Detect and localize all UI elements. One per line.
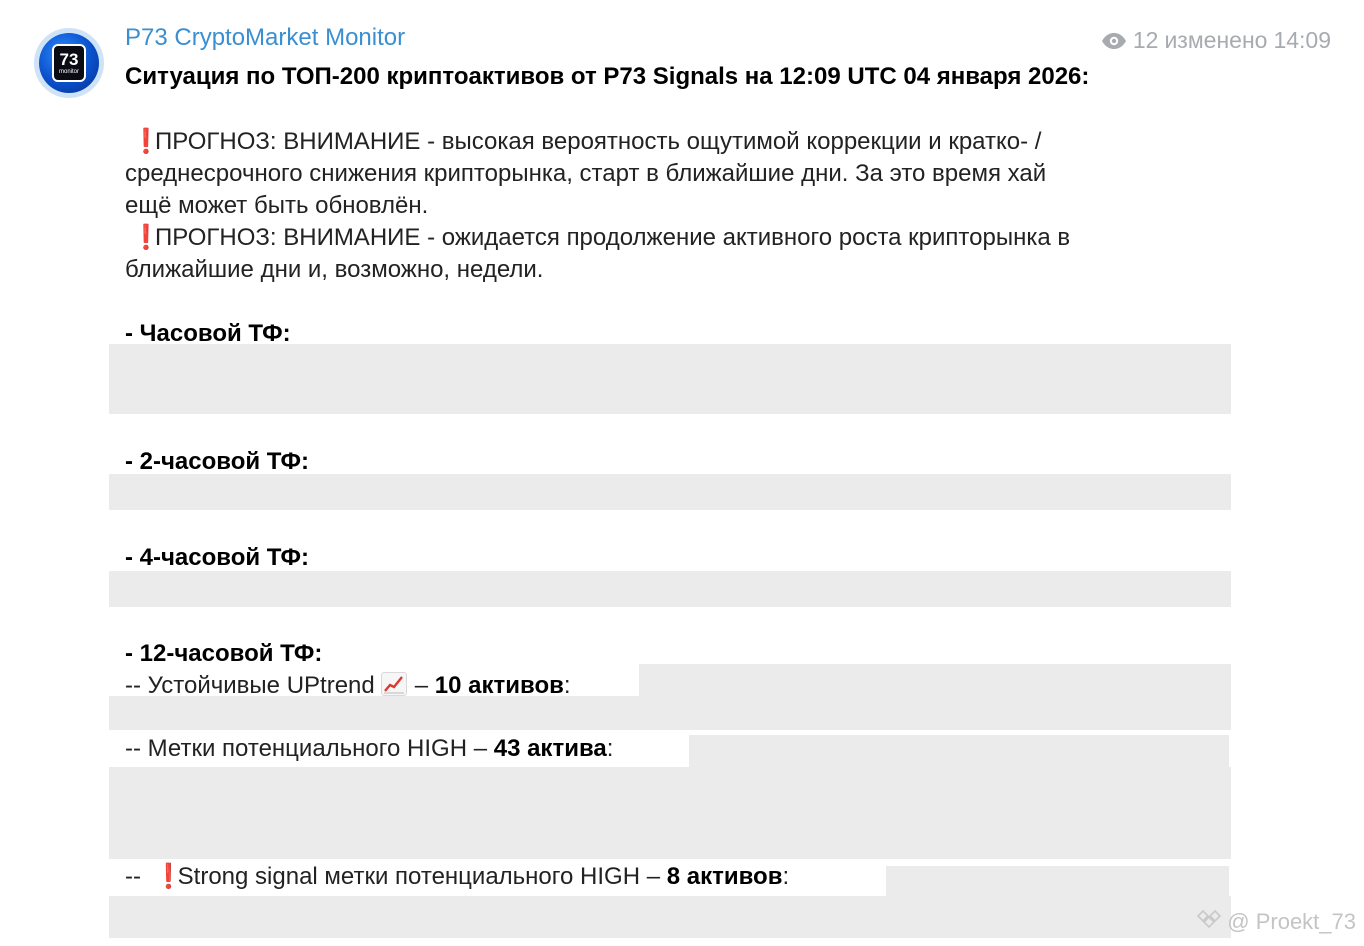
chart-increasing-icon (380, 672, 407, 696)
message-title: Ситуация по ТОП-200 криптоактивов от P73… (125, 63, 1090, 90)
avatar-number: 73 (59, 49, 79, 69)
uptrend-label: -- Устойчивые UPtrend (125, 672, 375, 699)
high-label: -- Метки потенциального HIGH – (125, 735, 488, 762)
strong-label: Strong signal метки потенциального HIGH … (177, 863, 661, 890)
strong-prefix: -- (125, 863, 141, 890)
forecast-1-line-1: ❗ПРОГНОЗ: ВНИМАНИЕ - высокая вероятность… (125, 126, 1041, 158)
channel-avatar[interactable]: 73 monitor (34, 28, 104, 98)
forecast-2-text-1: ПРОГНОЗ: ВНИМАНИЕ - ожидается продолжени… (155, 224, 1071, 251)
forecast-1-line-2: среднесрочного снижения крипторынка, ста… (125, 160, 1047, 187)
hidden-spoiler-strong-inline[interactable] (886, 866, 1229, 896)
strong-colon: : (782, 863, 790, 890)
uptrend-count: 10 активов (434, 672, 564, 699)
uptrend-line: -- Устойчивые UPtrend – 10 активов: (125, 670, 571, 702)
exclamation-icon: ❗ (131, 128, 161, 155)
hidden-spoiler-high-inline[interactable] (689, 735, 1229, 767)
hidden-spoiler-1h[interactable] (109, 344, 1231, 414)
hidden-spoiler-4h[interactable] (109, 571, 1231, 607)
uptrend-dash: – (414, 672, 429, 699)
tf-4h-heading: - 4-часовой ТФ: (125, 544, 310, 571)
strong-signal-line: -- ❗Strong signal метки потенциального H… (125, 861, 789, 893)
eye-icon (1101, 32, 1127, 50)
edited-label: изменено (1164, 27, 1268, 53)
avatar-sub-label: monitor (58, 68, 79, 75)
channel-name[interactable]: P73 CryptoMarket Monitor (125, 24, 405, 52)
uptrend-colon: : (563, 672, 571, 699)
hidden-spoiler-2h[interactable] (109, 474, 1231, 510)
message-time: 14:09 (1273, 27, 1331, 53)
forecast-1-line-3: ещё может быть обновлён. (125, 192, 429, 219)
forecast-2-line-1: ❗ПРОГНОЗ: ВНИМАНИЕ - ожидается продолжен… (125, 222, 1070, 254)
forecast-2-line-2: ближайшие дни и, возможно, недели. (125, 256, 544, 283)
exclamation-icon: ❗ (131, 224, 161, 251)
tf-12h-heading: - 12-часовой ТФ: (125, 640, 323, 667)
high-colon: : (606, 735, 614, 762)
views-count: 12 (1132, 27, 1159, 53)
avatar-badge: 73 monitor (52, 44, 86, 82)
high-line: -- Метки потенциального HIGH – 43 актива… (125, 733, 613, 765)
hidden-spoiler-uptrend-inline[interactable] (639, 664, 1231, 696)
watermark: @ Proekt_73 (1195, 908, 1356, 936)
hidden-spoiler-strong[interactable] (109, 896, 1231, 938)
watermark-text: @ Proekt_73 (1227, 909, 1356, 934)
message-meta: 12 изменено 14:09 (1101, 27, 1331, 54)
exclamation-icon: ❗ (153, 863, 184, 890)
diamond-logo-icon (1195, 908, 1223, 936)
avatar-circle: 73 monitor (39, 33, 99, 93)
hidden-spoiler-high[interactable] (109, 767, 1231, 859)
high-count: 43 актива (493, 735, 607, 762)
strong-count: 8 активов (666, 863, 783, 890)
forecast-1-text-1: ПРОГНОЗ: ВНИМАНИЕ - высокая вероятность … (155, 128, 1042, 155)
